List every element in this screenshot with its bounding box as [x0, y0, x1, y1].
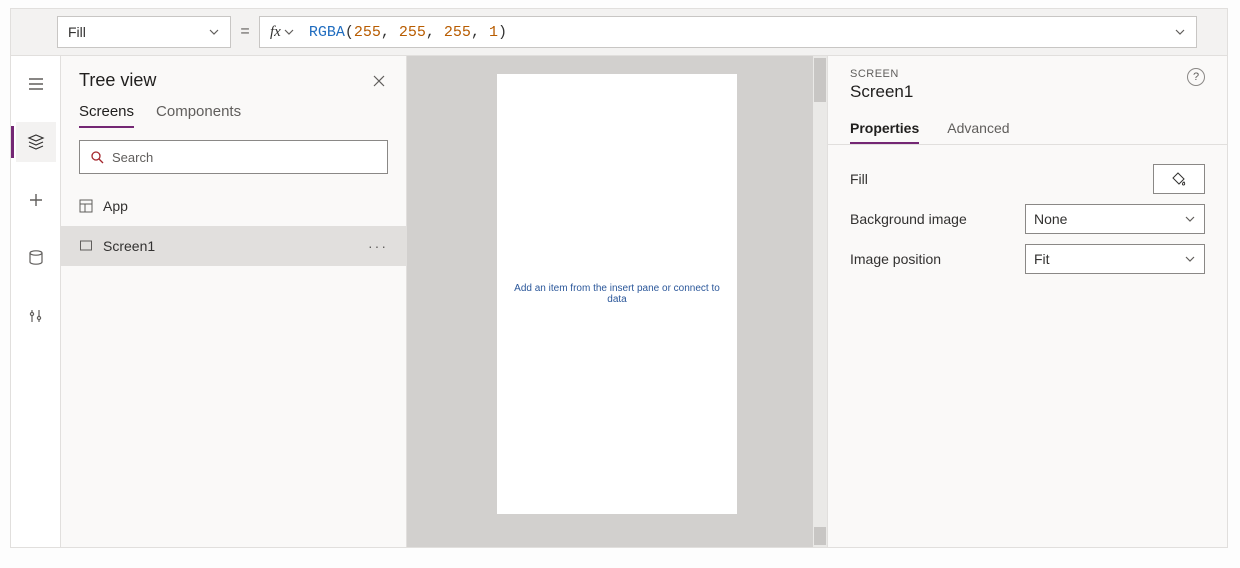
screen-icon [79, 239, 93, 253]
property-selector[interactable]: Fill [57, 16, 231, 48]
rail-insert[interactable] [16, 180, 56, 220]
tree-item-label: App [103, 198, 128, 214]
chevron-down-icon[interactable] [283, 26, 295, 38]
tab-components[interactable]: Components [156, 103, 241, 128]
tab-screens[interactable]: Screens [79, 103, 134, 128]
design-canvas[interactable]: Add an item from the insert pane or conn… [497, 74, 737, 514]
bg-image-select[interactable]: None [1025, 204, 1205, 234]
prop-row-bg-image: Background image None [850, 199, 1205, 239]
rail-tree-view[interactable] [16, 122, 56, 162]
chevron-down-icon [1184, 213, 1196, 225]
formula-bar: Fill = fx RGBA(255, 255, 255, 1) [11, 9, 1227, 55]
canvas-area[interactable]: Add an item from the insert pane or conn… [407, 56, 827, 547]
tree-view-panel: Tree view Screens Components Search App [61, 56, 407, 547]
bg-image-value: None [1034, 211, 1067, 227]
tree-view-title: Tree view [79, 70, 156, 91]
equals-label: = [231, 23, 259, 41]
tree-item-app[interactable]: App [61, 186, 406, 226]
layers-icon [27, 133, 45, 151]
prop-row-image-position: Image position Fit [850, 239, 1205, 279]
close-icon[interactable] [370, 72, 388, 90]
properties-kicker: SCREEN [850, 68, 913, 80]
search-placeholder: Search [112, 150, 153, 165]
image-position-select[interactable]: Fit [1025, 244, 1205, 274]
properties-panel: SCREEN Screen1 ? Properties Advanced Fil… [827, 56, 1227, 547]
tree-item-label: Screen1 [103, 238, 155, 254]
rail-tools[interactable] [16, 296, 56, 336]
chevron-down-icon [208, 26, 220, 38]
database-icon [27, 249, 45, 267]
prop-label: Fill [850, 171, 868, 187]
tools-icon [27, 307, 45, 325]
scrollbar-thumb[interactable] [814, 58, 826, 102]
scrollbar-thumb[interactable] [814, 527, 826, 545]
paint-bucket-icon [1172, 172, 1186, 186]
chevron-down-icon [1184, 253, 1196, 265]
left-rail [11, 56, 61, 547]
plus-icon [27, 191, 45, 209]
hamburger-icon [27, 75, 45, 93]
fill-color-button[interactable] [1153, 164, 1205, 194]
fx-icon: fx [270, 24, 281, 41]
search-icon [90, 150, 104, 164]
search-input[interactable]: Search [79, 140, 388, 174]
help-icon[interactable]: ? [1187, 68, 1205, 86]
properties-title: Screen1 [850, 82, 913, 102]
rail-data[interactable] [16, 238, 56, 278]
formula-text: RGBA(255, 255, 255, 1) [309, 24, 507, 41]
tree-item-screen1[interactable]: Screen1 ··· [61, 226, 406, 266]
property-selector-label: Fill [68, 24, 86, 40]
canvas-hint: Add an item from the insert pane or conn… [507, 283, 727, 305]
more-icon[interactable]: ··· [368, 238, 388, 254]
canvas-scrollbar[interactable] [813, 56, 827, 547]
image-position-value: Fit [1034, 251, 1050, 267]
prop-label: Image position [850, 251, 941, 267]
tab-advanced[interactable]: Advanced [947, 120, 1009, 144]
formula-input[interactable]: fx RGBA(255, 255, 255, 1) [259, 16, 1197, 48]
prop-row-fill: Fill [850, 159, 1205, 199]
prop-label: Background image [850, 211, 967, 227]
rail-hamburger[interactable] [16, 64, 56, 104]
chevron-down-icon[interactable] [1174, 26, 1186, 38]
tab-properties[interactable]: Properties [850, 120, 919, 144]
app-icon [79, 199, 93, 213]
